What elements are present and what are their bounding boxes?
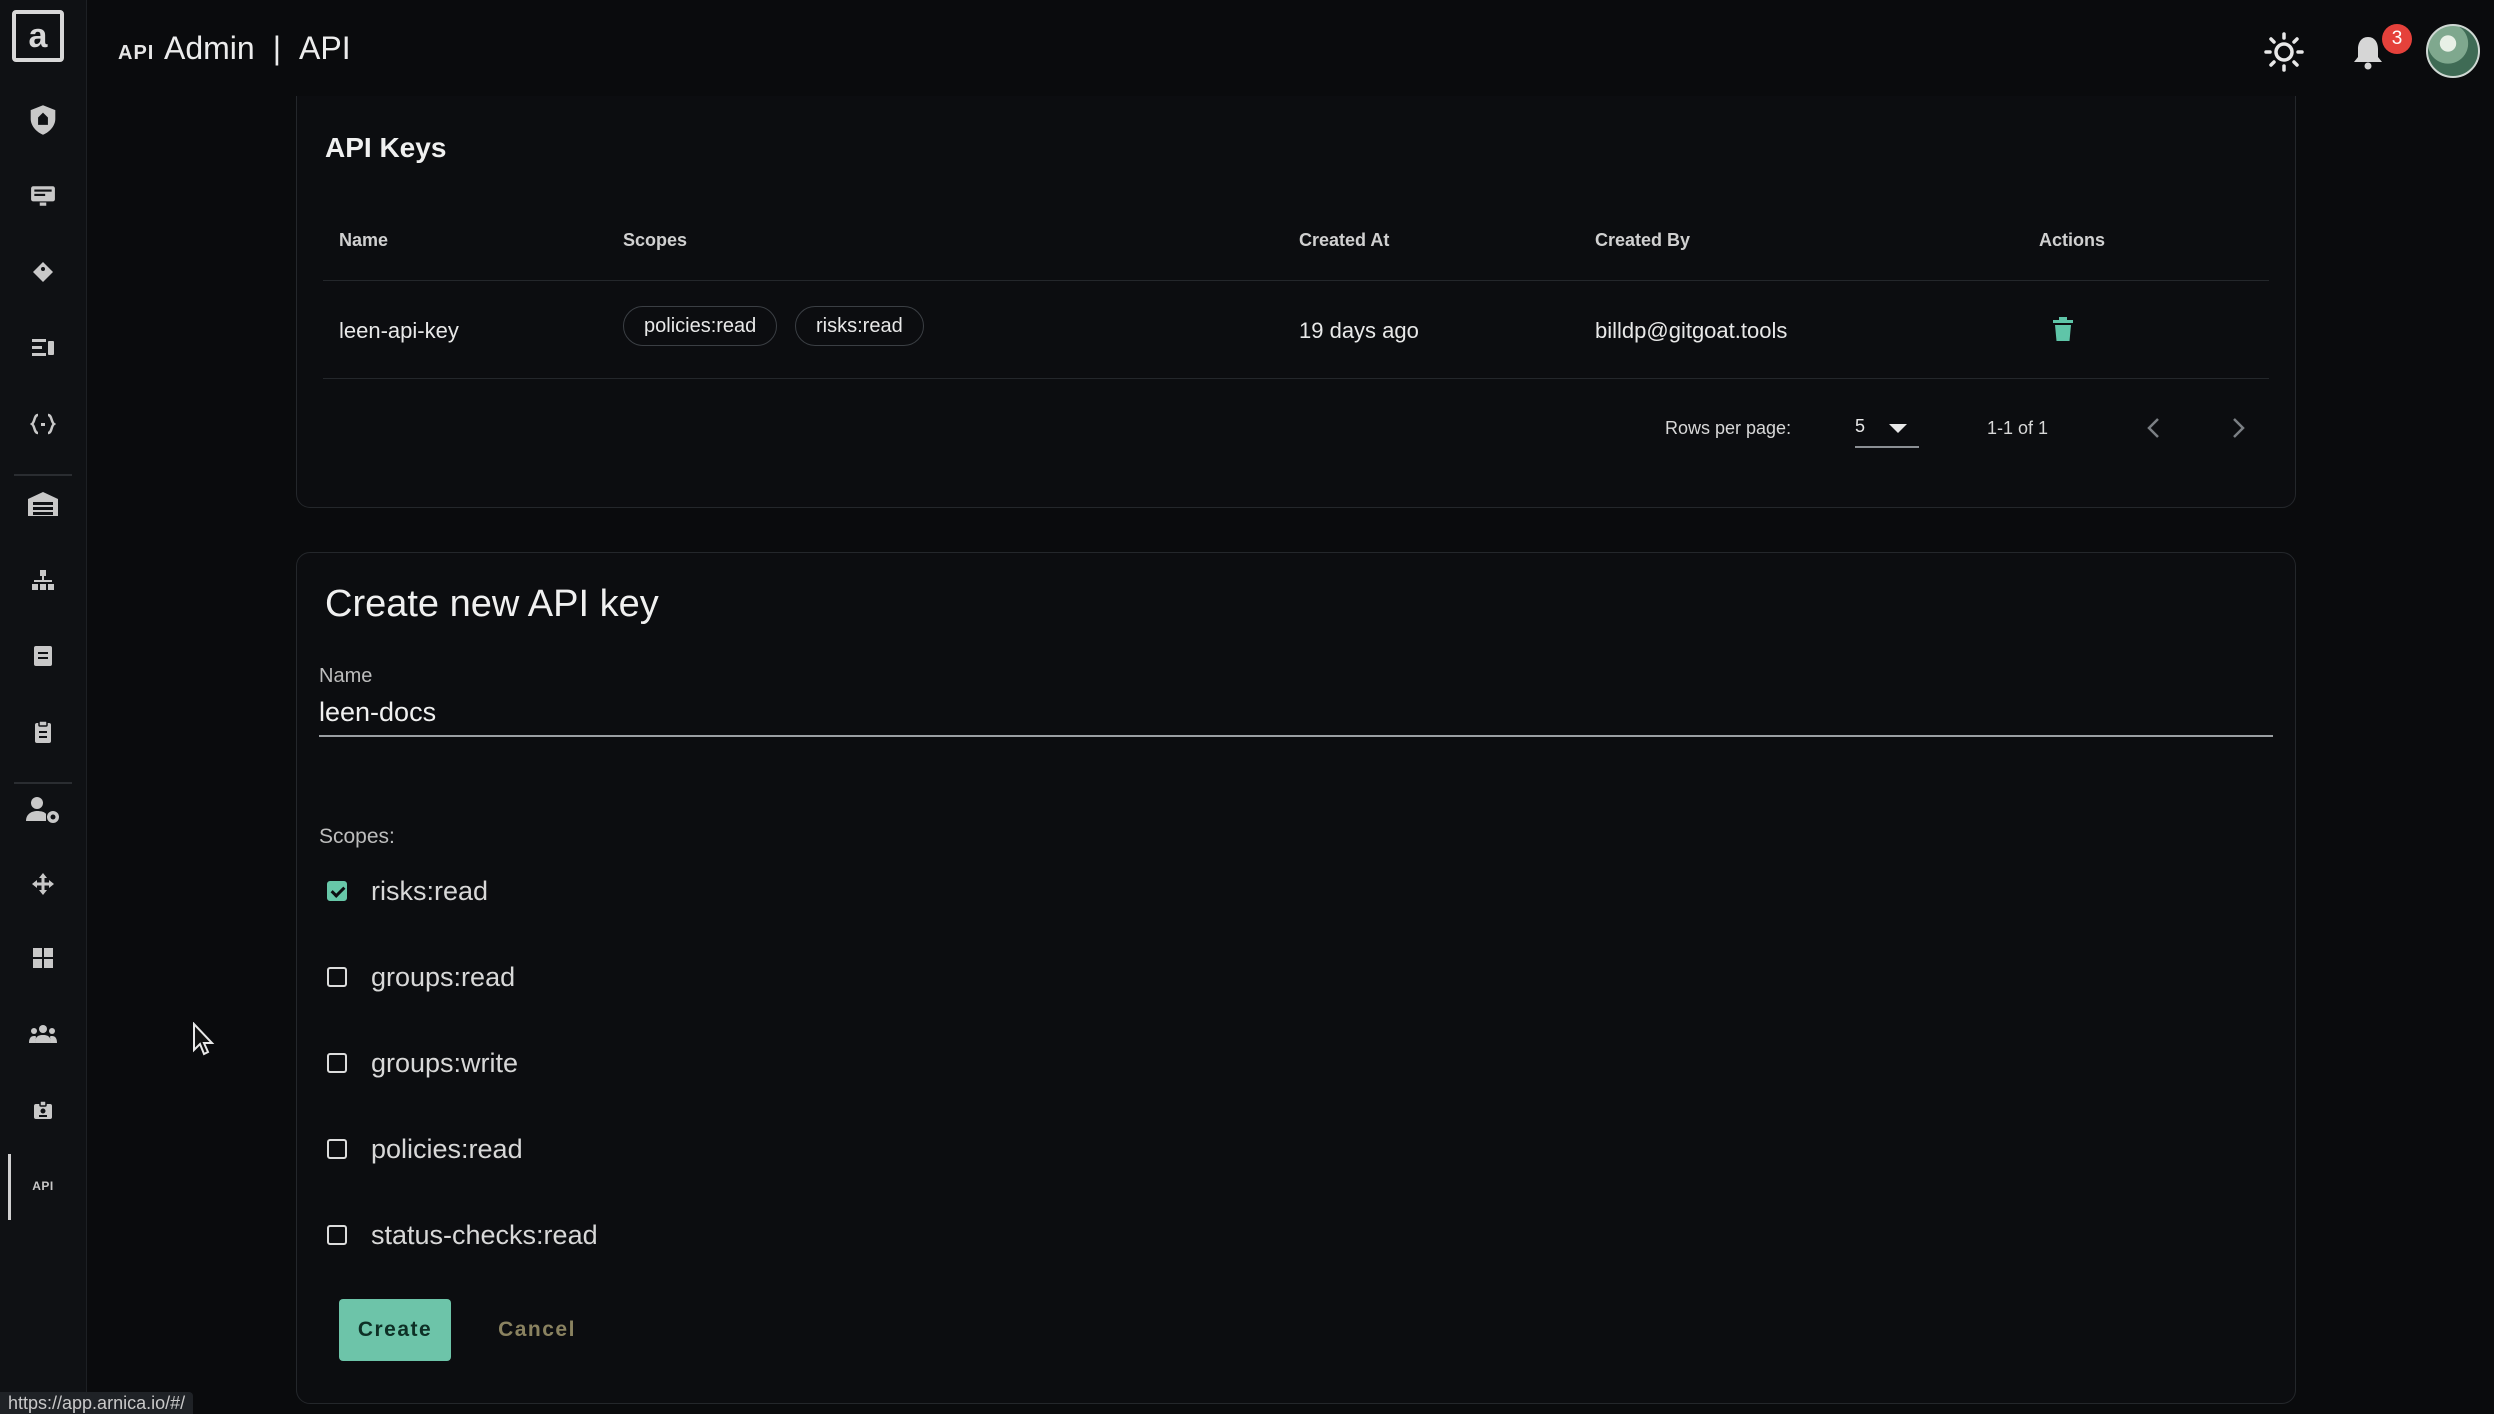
sidebar: a API [0, 0, 87, 1414]
rows-per-page-value: 5 [1855, 416, 1866, 436]
cell-created-by: billdp@gitgoat.tools [1595, 318, 1788, 343]
delete-key-button[interactable] [2049, 314, 2077, 344]
diamond-tag-icon [33, 262, 53, 282]
cell-key-name: leen-api-key [339, 318, 459, 343]
user-settings-icon [26, 797, 59, 823]
scope-option-policies-read[interactable]: policies:read [327, 1129, 523, 1169]
user-avatar[interactable] [2426, 24, 2480, 78]
table-divider [323, 280, 2269, 281]
checkbox[interactable] [327, 1225, 347, 1245]
sidebar-divider [14, 782, 72, 784]
sidebar-item-warehouse[interactable] [22, 486, 64, 522]
api-keys-card: API Keys Name Scopes Created At Created … [296, 96, 2296, 508]
notification-count-badge: 3 [2382, 24, 2412, 54]
column-header-scopes[interactable]: Scopes [623, 230, 687, 251]
code-braces-icon [30, 413, 56, 435]
sidebar-item-code[interactable] [22, 406, 64, 442]
scope-option-groups-write[interactable]: groups:write [327, 1043, 518, 1083]
chevron-right-icon [2233, 418, 2245, 438]
column-header-name[interactable]: Name [339, 230, 388, 251]
status-bar-url: https://app.arnica.io/#/ [0, 1392, 194, 1414]
scope-option-label: groups:write [371, 1047, 519, 1078]
sidebar-item-shield[interactable] [22, 102, 64, 138]
previous-page-button[interactable] [2133, 408, 2173, 448]
checkbox[interactable] [327, 1139, 347, 1159]
caret-down-icon [1889, 424, 1907, 433]
breadcrumb-page: API [299, 30, 351, 66]
scope-option-groups-read[interactable]: groups:read [327, 957, 515, 997]
breadcrumb-section: Admin [164, 30, 255, 66]
monitor-icon [31, 186, 55, 206]
dashboard-list-icon [32, 339, 54, 356]
pagination-range: 1-1 of 1 [1987, 418, 2049, 438]
create-form-title: Create new API key [325, 583, 659, 625]
cancel-button[interactable]: Cancel [477, 1299, 597, 1361]
table-divider [323, 378, 2269, 379]
chevron-left-icon [2147, 418, 2159, 438]
rows-per-page-label: Rows per page: [1665, 418, 1792, 438]
sidebar-active-indicator [8, 1154, 11, 1220]
scope-option-label: status-checks:read [371, 1219, 598, 1250]
checkbox-checked[interactable] [327, 881, 347, 901]
cell-created-at: 19 days ago [1299, 318, 1419, 343]
scope-chip: policies:read [623, 306, 778, 346]
mouse-cursor-icon [193, 1022, 215, 1056]
sidebar-item-hierarchy[interactable] [22, 562, 64, 598]
sidebar-item-tags[interactable] [22, 254, 64, 290]
checkbox[interactable] [327, 967, 347, 987]
sidebar-divider [14, 474, 72, 476]
breadcrumb-separator: | [272, 30, 282, 66]
next-page-button[interactable] [2219, 408, 2259, 448]
scopes-label: Scopes: [319, 825, 395, 848]
group-icon [29, 1025, 57, 1043]
api-badge-icon: API [118, 42, 155, 64]
sidebar-item-move[interactable] [22, 866, 64, 902]
hierarchy-icon [32, 570, 54, 590]
create-button[interactable]: Create [339, 1299, 451, 1361]
trash-icon [2053, 317, 2073, 341]
sidebar-item-dashboard[interactable] [22, 330, 64, 366]
scope-option-label: groups:read [371, 961, 516, 992]
sidebar-item-badge[interactable] [22, 1092, 64, 1128]
theme-toggle-button[interactable] [2262, 30, 2306, 74]
name-input[interactable] [319, 689, 2273, 737]
warehouse-icon [28, 492, 58, 516]
badge-icon [34, 1100, 52, 1119]
sidebar-item-widgets[interactable] [22, 940, 64, 976]
sun-icon [2264, 32, 2304, 72]
api-icon: API [32, 1179, 54, 1193]
widgets-icon [33, 948, 53, 968]
sidebar-item-document[interactable] [22, 638, 64, 674]
checkbox[interactable] [327, 1053, 347, 1073]
document-icon [34, 646, 52, 666]
rows-per-page-select[interactable]: 5 [1855, 408, 1919, 448]
name-field-label: Name [319, 665, 373, 687]
logo-letter: a [28, 17, 48, 55]
column-header-created-by[interactable]: Created By [1595, 230, 1690, 251]
scope-option-label: risks:read [371, 875, 489, 906]
scope-option-status-checks-read[interactable]: status-checks:read [327, 1215, 598, 1255]
shield-icon [30, 105, 56, 135]
sidebar-item-monitor[interactable] [22, 178, 64, 214]
top-header [86, 0, 2494, 100]
sidebar-item-api[interactable]: API [22, 1168, 64, 1204]
create-api-key-card: Create new API key Name Scopes: risks:re… [296, 552, 2296, 1404]
column-header-actions: Actions [2039, 230, 2106, 250]
sidebar-item-user-settings[interactable] [22, 792, 64, 828]
scope-option-label: policies:read [371, 1133, 523, 1164]
bell-icon [2354, 37, 2382, 70]
scope-chip: risks:read [795, 306, 924, 346]
clipboard-icon [35, 720, 51, 743]
move-icon [32, 873, 54, 895]
app-logo[interactable]: a [12, 10, 64, 62]
column-header-created-at[interactable]: Created At [1299, 230, 1389, 251]
api-keys-title: API Keys [325, 132, 447, 163]
sidebar-item-groups[interactable] [22, 1016, 64, 1052]
sidebar-item-clipboard[interactable] [22, 714, 64, 750]
page-breadcrumb: Admin | API [164, 30, 351, 67]
scope-option-risks-read[interactable]: risks:read [327, 871, 488, 911]
